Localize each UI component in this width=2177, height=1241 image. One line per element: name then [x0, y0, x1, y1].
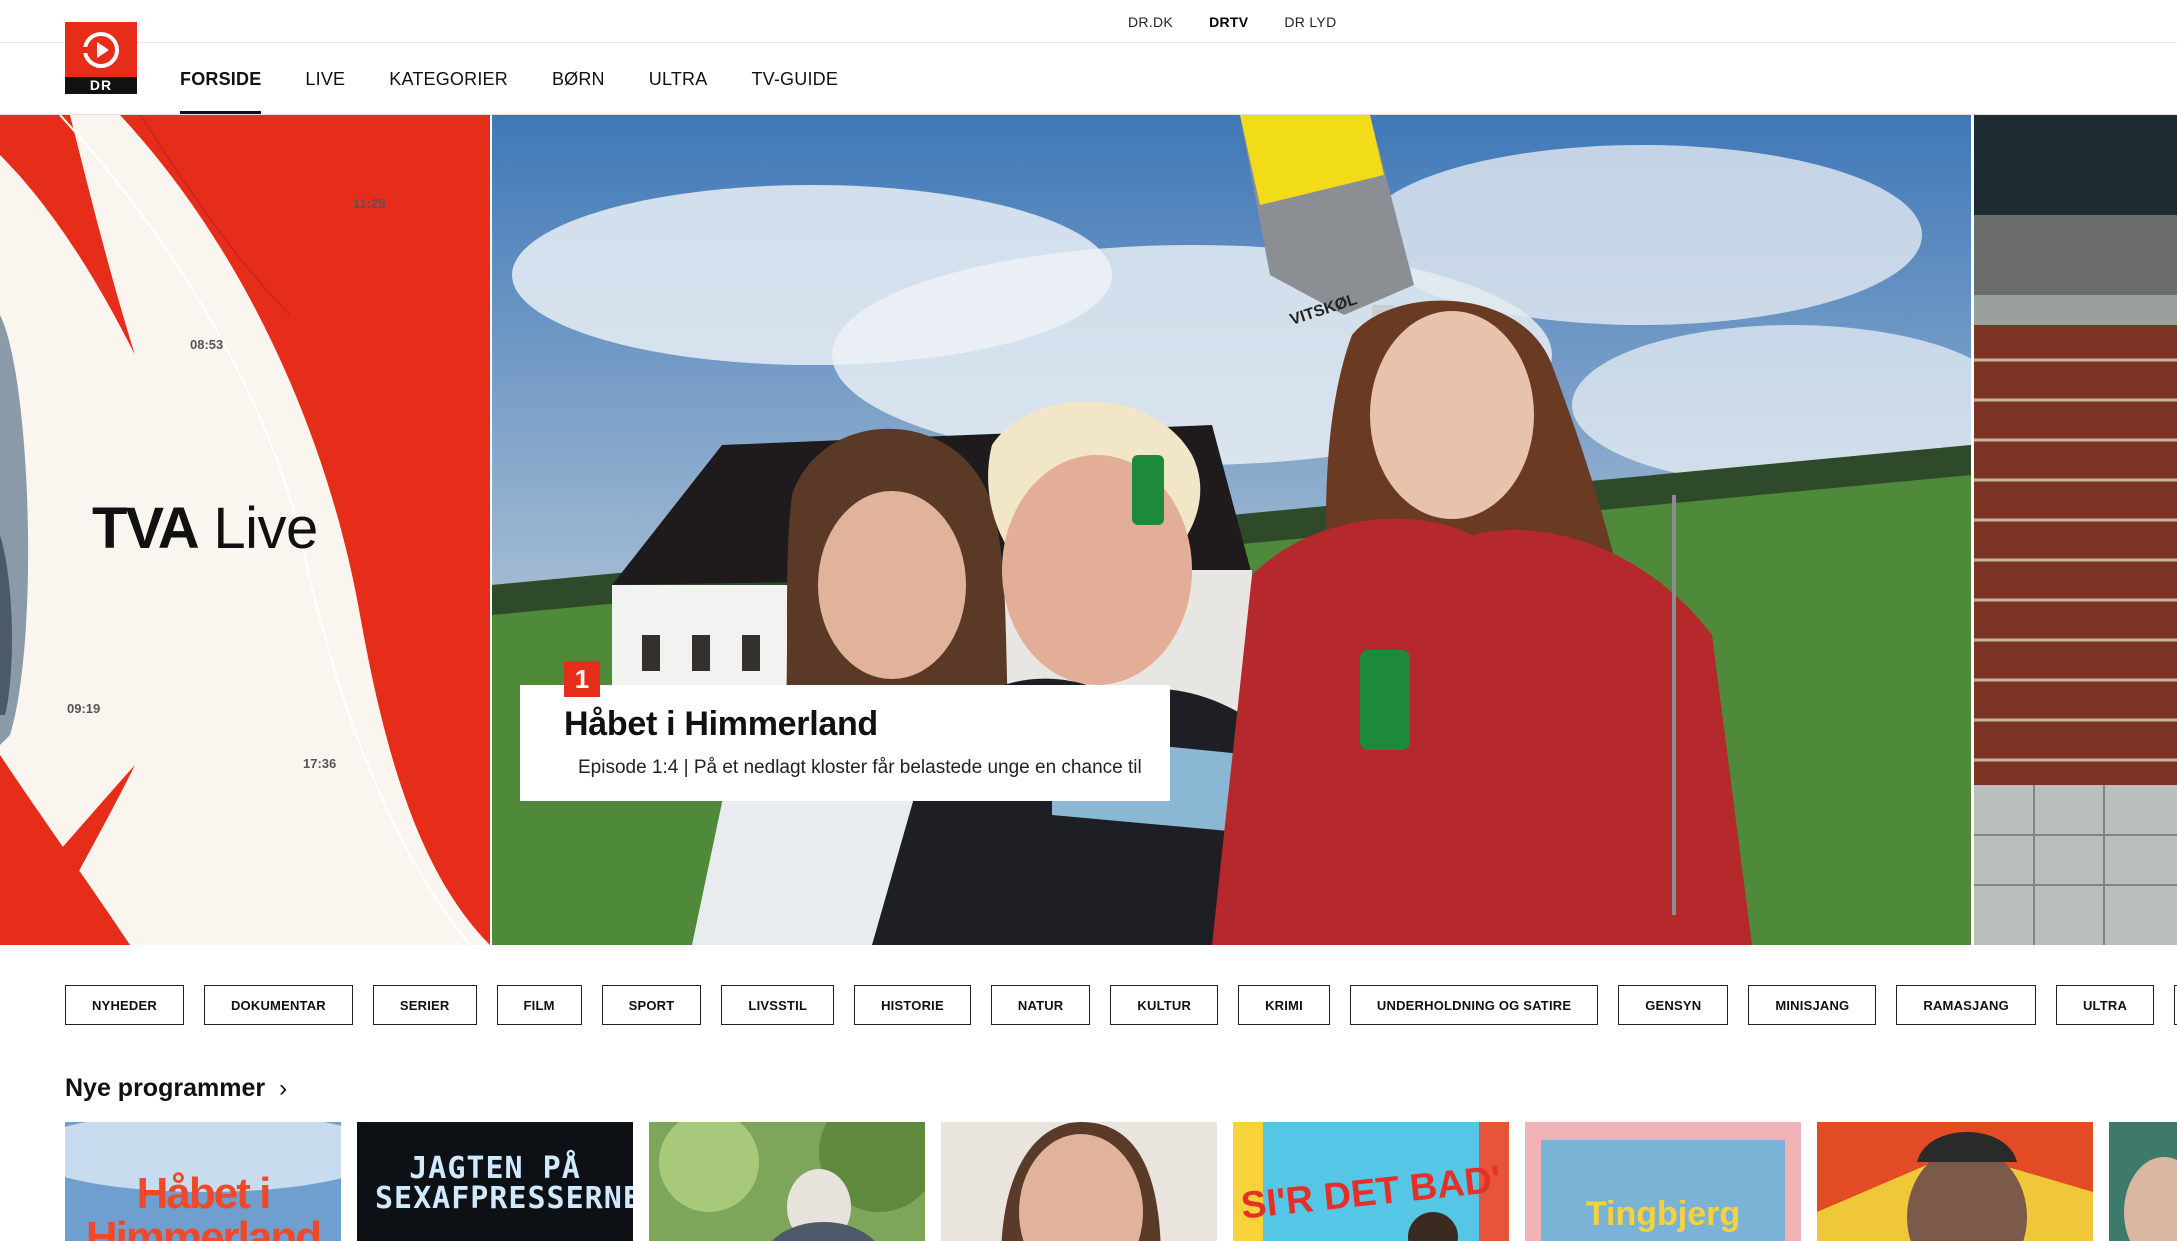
chip-livsstil[interactable]: LIVSSTIL: [721, 985, 835, 1025]
clock-label: 09:19: [67, 701, 101, 716]
utility-link-drdk[interactable]: DR.DK: [1128, 14, 1173, 30]
thumb-title: Håbet i Himmerland: [85, 1169, 322, 1241]
utility-links: DR.DK DRTV DR LYD: [1128, 14, 1372, 30]
chip-ultra[interactable]: ULTRA: [2055, 985, 2155, 1025]
utility-link-drtv[interactable]: DRTV: [1209, 14, 1248, 30]
drtv-logo[interactable]: DR: [65, 22, 137, 94]
chip-minisjang[interactable]: MINISJANG: [1748, 985, 1877, 1025]
thumb-image: [2109, 1122, 2177, 1241]
thumb-image: [649, 1122, 925, 1241]
hero-rank-badge: 1: [564, 661, 600, 697]
nav-item-kategorier[interactable]: KATEGORIER: [389, 43, 508, 115]
clock-label: 08:53: [190, 337, 224, 352]
thumb-title: JAGTEN PÅ SEXAFPRESSERNE: [375, 1151, 633, 1216]
chip-film[interactable]: FILM: [496, 985, 582, 1025]
nav-item-ultra[interactable]: ULTRA: [649, 43, 708, 115]
hero-slide-tva-live[interactable]: TVA Live 11:29 08:53 09:19 17:36: [0, 115, 490, 945]
programme-card[interactable]: JAGTEN PÅ SEXAFPRESSERNE: [357, 1122, 633, 1241]
brick-photo: [1974, 115, 2177, 945]
chevron-right-icon: ›: [279, 1074, 288, 1102]
nav-item-born[interactable]: BØRN: [552, 43, 605, 115]
chip-natur[interactable]: NATUR: [990, 985, 1091, 1025]
utility-bar: DR.DK DRTV DR LYD: [0, 0, 2177, 43]
programme-card[interactable]: [941, 1122, 1217, 1241]
chip-serier[interactable]: SERIER: [372, 985, 477, 1025]
clock-label: 17:36: [303, 756, 337, 771]
programme-card[interactable]: Tingbjerg: [1525, 1122, 1801, 1241]
chip-ramasjang[interactable]: RAMASJANG: [1896, 985, 2036, 1025]
hero-carousel: TVA Live 11:29 08:53 09:19 17:36 VITSKØL: [0, 115, 2177, 945]
programme-card[interactable]: Håbet i Himmerland: [65, 1122, 341, 1241]
section-title-text: Nye programmer: [65, 1074, 266, 1102]
thumb-image: [1817, 1122, 2093, 1241]
programme-card[interactable]: SI'R DET BAD': [1233, 1122, 1509, 1241]
programme-card[interactable]: [2109, 1122, 2177, 1241]
tva-live-title: TVA Live: [92, 496, 318, 561]
chip-historie[interactable]: HISTORIE: [854, 985, 971, 1025]
thumb-title: Tingbjerg: [1585, 1195, 1741, 1233]
chip-krimi[interactable]: KRIMI: [1238, 985, 1330, 1025]
hero-slide-next[interactable]: [1974, 115, 2177, 945]
thumb-image: [941, 1122, 1217, 1241]
nav-item-forside[interactable]: FORSIDE: [180, 43, 262, 115]
category-chips: NYHEDER DOKUMENTAR SERIER FILM SPORT LIV…: [65, 985, 2177, 1025]
nav-item-tv-guide[interactable]: TV-GUIDE: [751, 43, 838, 115]
section-title-nye-programmer[interactable]: Nye programmer ›: [65, 1074, 287, 1103]
programme-card[interactable]: [1817, 1122, 2093, 1241]
utility-link-drlyd[interactable]: DR LYD: [1284, 14, 1336, 30]
hero-title[interactable]: Håbet i Himmerland: [564, 705, 878, 744]
hero-description: Episode 1:4 | På et nedlagt kloster får …: [578, 757, 1142, 778]
nav-item-live[interactable]: LIVE: [305, 43, 345, 115]
programme-row: Håbet i Himmerland JAGTEN PÅ SEXAFPRESSE…: [65, 1122, 2177, 1241]
chip-kultur[interactable]: KULTUR: [1110, 985, 1219, 1025]
logo-text: DR: [65, 77, 137, 94]
chip-sport[interactable]: SPORT: [601, 985, 702, 1025]
chip-nyheder[interactable]: NYHEDER: [65, 985, 184, 1025]
chip-dokumentar[interactable]: DOKUMENTAR: [203, 985, 353, 1025]
programme-card[interactable]: [649, 1122, 925, 1241]
play-circle-icon: [79, 32, 119, 68]
hero-photo: VITSKØL: [492, 115, 1971, 945]
hero-slide-habet-i-himmerland[interactable]: VITSKØL: [492, 115, 1971, 945]
clock-label: 11:29: [353, 196, 386, 211]
chip-underholdning-og-satire[interactable]: UNDERHOLDNING OG SATIRE: [1349, 985, 1599, 1025]
main-nav: FORSIDE LIVE KATEGORIER BØRN ULTRA TV-GU…: [180, 43, 882, 115]
chip-gensyn[interactable]: GENSYN: [1618, 985, 1729, 1025]
